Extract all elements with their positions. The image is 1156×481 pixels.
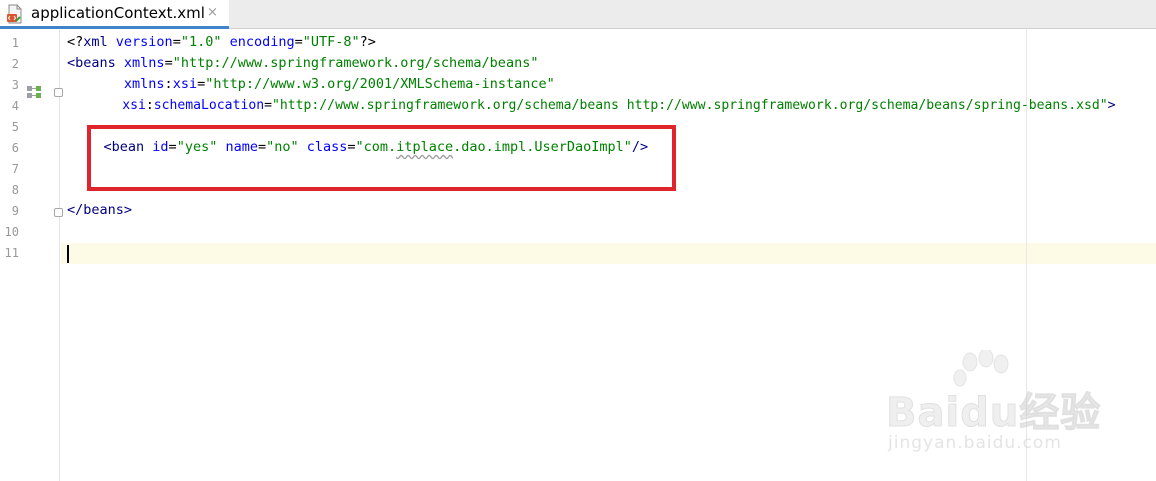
code-line-2[interactable]: <beans xmlns="http://www.springframework… — [67, 53, 538, 74]
token: : — [164, 76, 173, 92]
token: = — [264, 98, 272, 113]
token: xsi — [172, 76, 198, 92]
line-number: 3 — [11, 78, 19, 92]
token: xml — [83, 34, 108, 50]
line-number: 5 — [11, 120, 19, 134]
token: > — [1107, 98, 1116, 113]
line-number: 9 — [11, 204, 19, 218]
tab-title: applicationContext.xml — [31, 4, 205, 22]
code-line-3[interactable]: xmlns:xsi="http://www.w3.org/2001/XMLSch… — [67, 74, 555, 95]
token: <? — [67, 34, 84, 50]
close-icon[interactable]: × — [207, 4, 218, 22]
annotation-highlight-box — [87, 125, 676, 191]
baidu-jingyan-watermark: Baidu经验 jingyan.baidu.com — [880, 350, 1110, 460]
token: xmlns — [115, 55, 165, 71]
line-number: 7 — [11, 162, 19, 176]
text-caret — [67, 245, 69, 263]
token: schemaLocation — [153, 98, 265, 113]
token: = — [294, 34, 303, 50]
spring-bean-config-icon[interactable] — [26, 85, 42, 99]
token: "http://www.springframework.org/schema/b… — [172, 55, 539, 71]
watermark-logo: Baidu经验 — [885, 390, 1102, 437]
token: = — [172, 34, 181, 50]
editor-tab-bar: applicationContext.xml × — [0, 0, 1156, 29]
token: : — [145, 98, 154, 113]
token: = — [197, 76, 206, 92]
token: "http://www.springframework.org/schema/b… — [272, 98, 1108, 113]
token: version — [107, 34, 173, 50]
token: "1.0" — [180, 34, 222, 50]
code-line-1[interactable]: <?xml version="1.0" encoding="UTF-8"?> — [67, 32, 376, 53]
code-line-9[interactable]: </beans> — [67, 200, 132, 221]
line-number: 2 — [11, 57, 19, 71]
code-line-4[interactable]: xsi:schemaLocation="http://www.springfra… — [67, 95, 1116, 116]
line-number: 10 — [4, 225, 19, 239]
token: ?> — [359, 34, 376, 50]
tab-applicationcontext-xml[interactable]: applicationContext.xml × — [0, 0, 229, 29]
line-number: 1 — [11, 36, 19, 50]
current-line-highlight — [61, 243, 1156, 264]
line-number: 4 — [11, 99, 19, 113]
token: = — [164, 55, 173, 71]
token: "UTF-8" — [302, 34, 360, 50]
token: xsi — [122, 98, 146, 113]
token: xmlns — [123, 76, 165, 92]
token: <beans — [67, 55, 116, 71]
line-number: 11 — [4, 246, 19, 260]
token: </beans> — [67, 202, 133, 218]
token: "http://www.w3.org/2001/XMLSchema-instan… — [205, 76, 555, 92]
xml-file-icon — [7, 4, 22, 24]
line-number: 6 — [11, 141, 19, 155]
watermark-url: jingyan.baidu.com — [888, 433, 1062, 453]
line-number: 8 — [11, 183, 19, 197]
token: encoding — [221, 34, 295, 50]
line-number-gutter[interactable]: 1 2 3 4 5 6 7 8 9 10 11 — [0, 30, 63, 481]
